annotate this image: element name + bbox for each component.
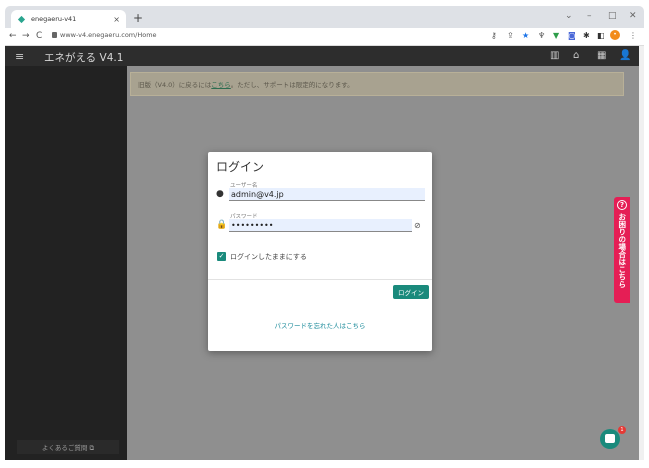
close-icon[interactable]: × — [113, 15, 120, 24]
app-title: エネがえる V4.1 — [44, 52, 124, 64]
remember-checkbox[interactable]: ✓ — [217, 252, 226, 261]
faq-link[interactable]: よくあるご質問 ⧉ — [17, 440, 119, 454]
translate-icon[interactable]: ◙ — [568, 31, 576, 40]
banner-prefix: 旧版（V4.0）に戻るには — [138, 81, 212, 89]
reload-icon[interactable]: C — [36, 31, 42, 41]
hamburger-menu-icon[interactable]: ≡ — [15, 50, 24, 63]
forgot-password-link[interactable]: パスワードを忘れた人はこちら — [208, 320, 432, 330]
lock-icon: 🔒 — [216, 220, 228, 230]
legacy-version-banner: 旧版（V4.0）に戻るには こちら 。ただし、サポートは限定的になります。 — [130, 72, 624, 96]
question-icon: ? — [617, 200, 627, 210]
vpn-icon[interactable]: ▼ — [553, 31, 559, 40]
dialog-divider — [208, 279, 432, 280]
page-scrollbar[interactable] — [639, 46, 644, 460]
extension-icon[interactable]: ♆ — [538, 31, 545, 40]
grid-icon[interactable]: ▦ — [597, 50, 606, 61]
chevron-down-icon[interactable]: ⌄ — [565, 11, 573, 21]
banner-link[interactable]: こちら — [211, 79, 231, 89]
new-tab-icon[interactable]: + — [133, 11, 143, 25]
browser-tab-strip: enegaeru-v41 × + ⌄ – □ ✕ — [5, 6, 644, 28]
account-icon: ● — [216, 189, 224, 199]
login-title: ログイン — [216, 160, 265, 174]
eye-off-icon[interactable]: ⊘ — [414, 221, 421, 230]
user-icon[interactable]: 👤 — [619, 50, 631, 61]
back-icon[interactable]: ← — [9, 31, 17, 41]
lock-icon — [52, 32, 57, 38]
maximize-icon[interactable]: □ — [608, 11, 617, 21]
forward-icon[interactable]: → — [22, 31, 30, 41]
window-close-icon[interactable]: ✕ — [629, 11, 637, 21]
share-icon[interactable]: ⇪ — [507, 31, 514, 40]
help-side-tab[interactable]: ? お困りの場合はこちら — [614, 197, 630, 303]
chat-badge: 1 — [618, 426, 626, 434]
minimize-icon[interactable]: – — [587, 11, 592, 21]
chat-launcher-button[interactable] — [600, 429, 620, 449]
chat-bubble-icon — [605, 434, 615, 443]
sidepanel-icon[interactable]: ◧ — [597, 31, 605, 40]
help-tab-label: お困りの場合はこちら — [617, 213, 627, 288]
key-icon[interactable]: ⚷ — [491, 31, 497, 40]
password-input[interactable]: ••••••••• — [229, 219, 412, 232]
browser-toolbar: ← → C www-v4.enegaeru.com/Home ⚷ ⇪ ★ ♆ ▼… — [5, 28, 644, 46]
site-favicon-icon — [17, 15, 26, 23]
manual-icon[interactable]: ▥ — [550, 50, 559, 61]
puzzle-icon[interactable]: ✱ — [583, 31, 590, 40]
sidebar: よくあるご質問 ⧉ — [5, 66, 127, 460]
login-dialog: ログイン ユーザー名 ● admin@v4.jp パスワード 🔒 •••••••… — [208, 152, 432, 351]
address-bar[interactable]: www-v4.enegaeru.com/Home — [60, 31, 157, 39]
home-icon[interactable]: ⌂ — [573, 50, 579, 61]
kebab-menu-icon[interactable]: ⋮ — [629, 31, 637, 40]
remember-label[interactable]: ログインしたままにする — [230, 252, 307, 262]
star-icon[interactable]: ★ — [522, 31, 529, 40]
login-button[interactable]: ログイン — [393, 285, 429, 299]
browser-tab[interactable]: enegaeru-v41 × — [11, 10, 126, 28]
username-input[interactable]: admin@v4.jp — [229, 188, 425, 201]
app-header: ≡ エネがえる V4.1 ▥ ⌂ ▦ 👤 — [5, 46, 644, 66]
banner-suffix: 。ただし、サポートは限定的になります。 — [230, 81, 354, 89]
browser-tab-title: enegaeru-v41 — [31, 15, 77, 23]
profile-avatar-icon[interactable]: • — [610, 30, 620, 40]
